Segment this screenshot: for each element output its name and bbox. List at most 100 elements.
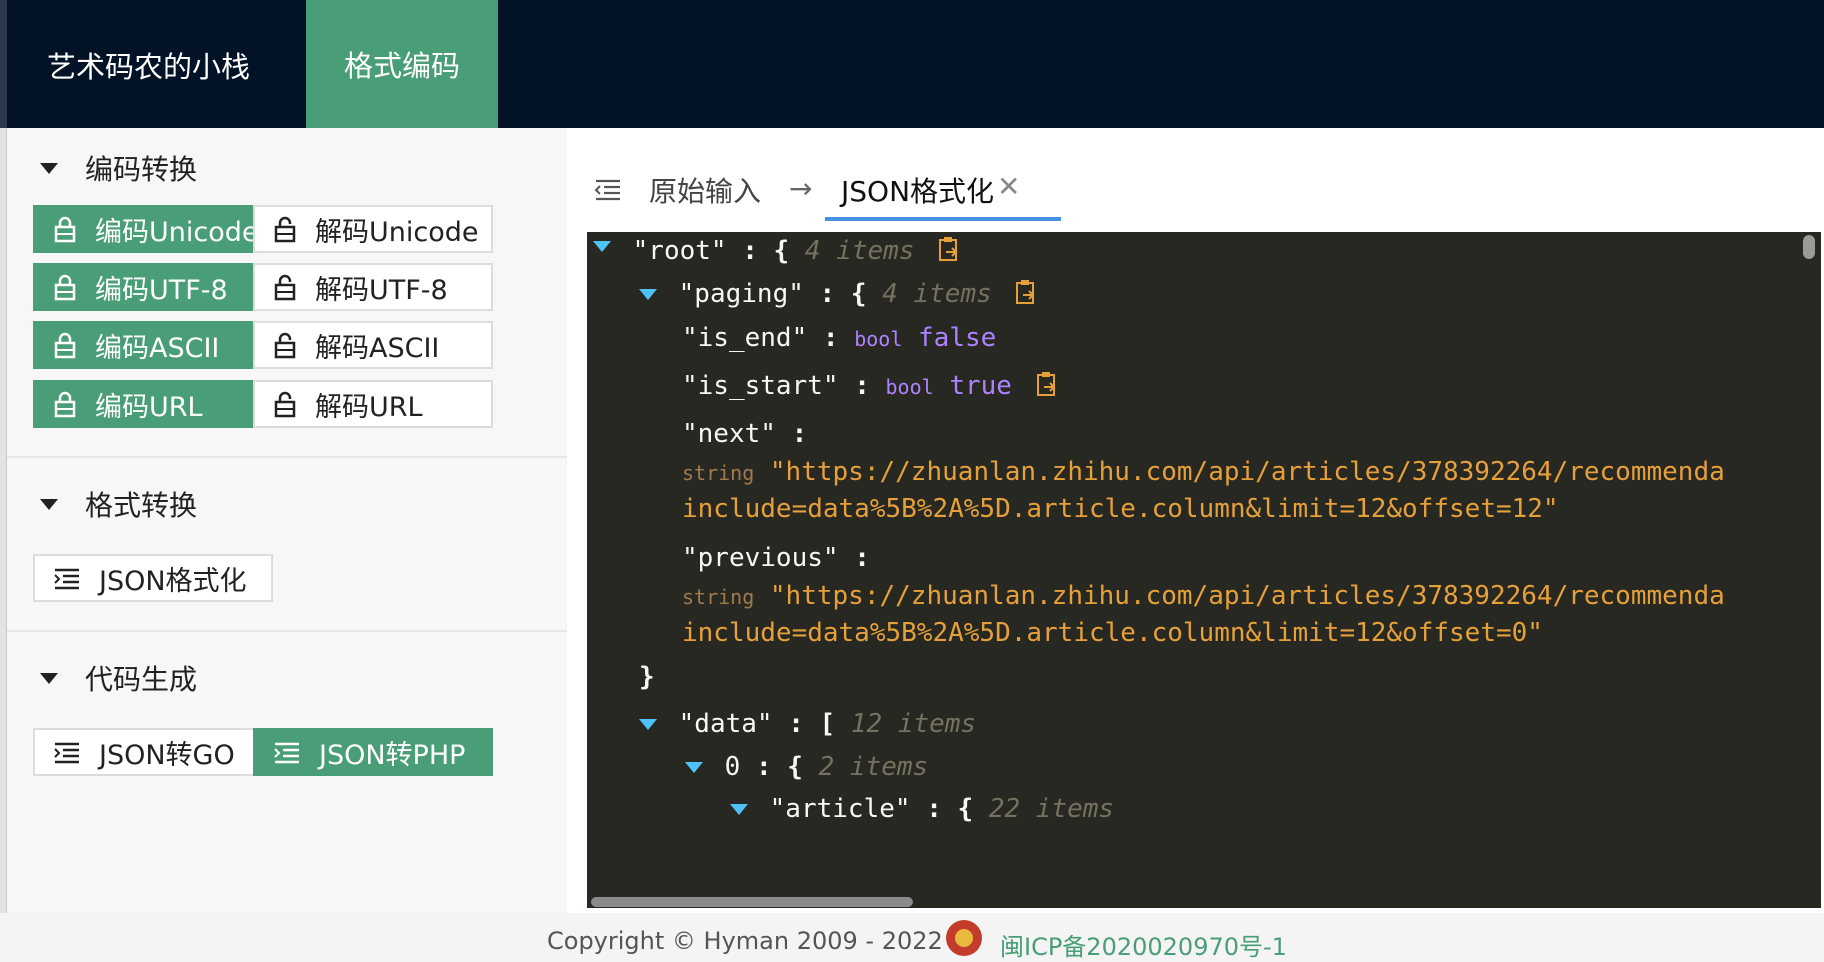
lock-icon: [53, 273, 77, 301]
value-type: bool: [854, 327, 903, 351]
section-title: 代码生成: [85, 663, 198, 696]
value-type: string: [682, 461, 755, 485]
encode-utf8-button[interactable]: 编码UTF-8: [33, 263, 273, 311]
vertical-scrollbar[interactable]: [1803, 235, 1815, 259]
tab-raw-input[interactable]: 原始输入: [649, 170, 761, 210]
value-type: string: [682, 585, 755, 609]
section-title: 格式转换: [85, 489, 198, 522]
unlock-icon: [273, 390, 297, 418]
copyright-text: Copyright © Hyman 2009 - 2022: [547, 927, 943, 955]
json-key: "is_start": [682, 371, 839, 401]
tab-json-format[interactable]: JSON格式化: [841, 170, 994, 210]
json-to-go-button[interactable]: JSON转GO: [33, 728, 273, 776]
unlock-icon: [273, 273, 297, 301]
section-divider: [7, 630, 567, 632]
collapse-toggle-icon[interactable]: [639, 289, 657, 300]
json-key: "previous": [682, 543, 839, 573]
section-header-format[interactable]: 格式转换: [40, 484, 197, 524]
lock-icon: [53, 331, 77, 359]
json-node-next: "next" :: [682, 419, 808, 449]
horizontal-scrollbar[interactable]: [591, 897, 913, 907]
menu-list-icon[interactable]: [594, 178, 622, 206]
json-key: "next": [682, 419, 776, 449]
json-node-data: "data" : [ 12 items: [639, 709, 976, 739]
button-label: 编码Unicode: [95, 216, 259, 248]
encode-url-button[interactable]: 编码URL: [33, 380, 273, 428]
json-value-line: string "https://zhuanlan.zhihu.com/api/a…: [682, 581, 1725, 611]
collapse-toggle-icon[interactable]: [593, 241, 611, 252]
json-value: false: [918, 323, 997, 353]
json-key: "article": [769, 794, 911, 824]
item-count: 4 items: [882, 279, 992, 309]
json-value: include=data%5B%2A%5D.article.column&lim…: [682, 618, 1543, 648]
button-label: JSON转GO: [99, 739, 235, 771]
json-value-line: include=data%5B%2A%5D.article.column&lim…: [682, 618, 1543, 648]
json-node-item-0: 0 : { 2 items: [685, 752, 928, 782]
caret-down-icon: [40, 162, 58, 174]
json-value-line: include=data%5B%2A%5D.article.column&lim…: [682, 494, 1559, 524]
decode-utf8-button[interactable]: 解码UTF-8: [253, 263, 493, 311]
copy-icon[interactable]: [1036, 371, 1058, 404]
copy-icon[interactable]: [1015, 279, 1037, 312]
json-key: 0: [724, 752, 741, 782]
json-key: "paging": [678, 279, 804, 309]
icp-license-link[interactable]: 闽ICP备2020020970号-1: [1000, 927, 1287, 962]
caret-down-icon: [40, 672, 58, 684]
button-label: 编码UTF-8: [95, 274, 228, 306]
json-value: "https://zhuanlan.zhihu.com/api/articles…: [769, 581, 1725, 611]
json-to-php-button[interactable]: JSON转PHP: [253, 728, 493, 776]
item-count: 12 items: [850, 709, 977, 739]
tab-bar: 原始输入 → JSON格式化 ✕: [594, 156, 1794, 226]
brace: }: [639, 662, 655, 692]
list-indent-icon: [53, 564, 81, 592]
footer: Copyright © Hyman 2009 - 2022 闽ICP备20200…: [0, 913, 1824, 962]
lock-icon: [53, 215, 77, 243]
value-type: bool: [885, 375, 934, 399]
json-value: "https://zhuanlan.zhihu.com/api/articles…: [769, 457, 1725, 487]
unlock-icon: [273, 215, 297, 243]
json-key: "root": [632, 236, 727, 266]
json-value: true: [949, 371, 1012, 401]
json-key: "data": [678, 709, 773, 739]
police-badge-icon: [946, 920, 982, 956]
unlock-icon: [273, 331, 297, 359]
encode-ascii-button[interactable]: 编码ASCII: [33, 321, 273, 369]
json-node-root: "root" : { 4 items: [593, 236, 960, 269]
sidebar: 编码转换 编码Unicode 解码Unicode 编码UTF-8 解码UTF-8…: [7, 128, 567, 913]
button-label: 编码ASCII: [95, 332, 220, 364]
section-header-codegen[interactable]: 代码生成: [40, 658, 197, 698]
decode-ascii-button[interactable]: 解码ASCII: [253, 321, 493, 369]
top-navbar: 艺术码农的小栈 格式编码: [0, 0, 1824, 128]
button-label: 解码ASCII: [315, 332, 440, 364]
json-viewer[interactable]: "root" : { 4 items "paging" : { 4 items …: [587, 232, 1821, 908]
nav-tab-format-encoding[interactable]: 格式编码: [306, 0, 498, 128]
button-label: JSON转PHP: [319, 739, 466, 771]
list-indent-icon: [273, 738, 301, 766]
list-indent-icon: [53, 738, 81, 766]
json-format-button[interactable]: JSON格式化: [33, 554, 273, 602]
button-label: JSON格式化: [99, 565, 247, 597]
collapse-toggle-icon[interactable]: [685, 762, 703, 773]
json-close-brace: }: [639, 662, 655, 692]
window-edge: [0, 0, 7, 128]
json-node-is-start: "is_start" : bool true: [682, 371, 1058, 404]
decode-url-button[interactable]: 解码URL: [253, 380, 493, 428]
site-brand[interactable]: 艺术码农的小栈: [47, 44, 250, 86]
collapse-toggle-icon[interactable]: [730, 804, 748, 815]
item-count: 2 items: [818, 752, 929, 782]
caret-down-icon: [40, 498, 58, 510]
section-header-encoding[interactable]: 编码转换: [40, 148, 197, 188]
json-node-previous: "previous" :: [682, 543, 870, 573]
close-icon[interactable]: ✕: [997, 170, 1020, 203]
active-tab-indicator: [825, 217, 1061, 221]
item-count: 22 items: [988, 794, 1115, 824]
copy-icon[interactable]: [938, 236, 960, 269]
json-node-is-end: "is_end" : bool false: [682, 323, 997, 353]
decode-unicode-button[interactable]: 解码Unicode: [253, 205, 493, 253]
collapse-toggle-icon[interactable]: [639, 719, 657, 730]
lock-icon: [53, 390, 77, 418]
section-divider: [7, 456, 567, 458]
json-value: include=data%5B%2A%5D.article.column&lim…: [682, 494, 1559, 524]
encode-unicode-button[interactable]: 编码Unicode: [33, 205, 273, 253]
button-label: 编码URL: [95, 391, 203, 423]
